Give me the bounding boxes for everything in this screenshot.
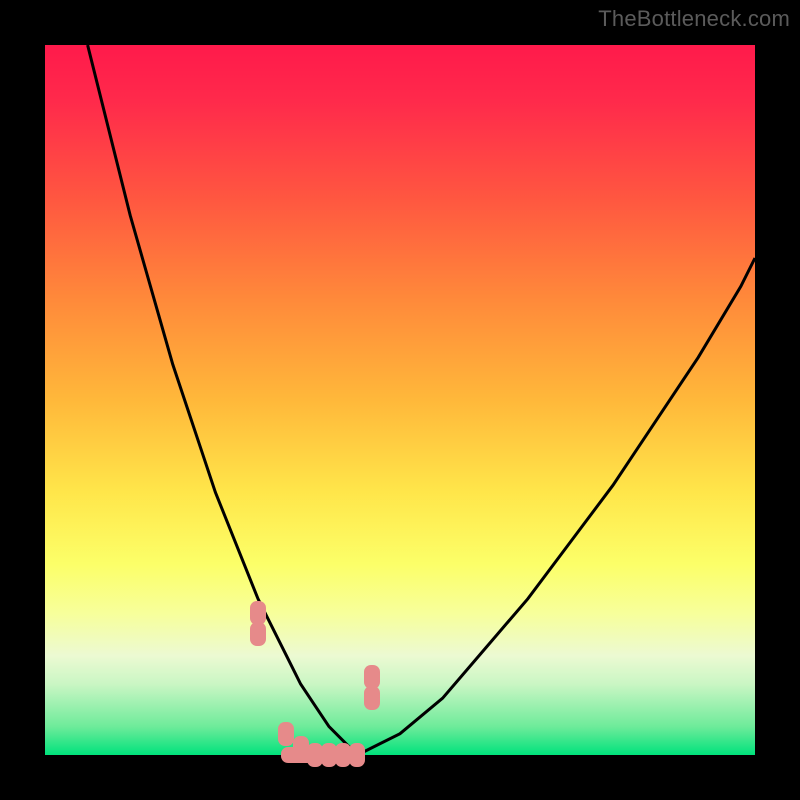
marker-dot (250, 622, 266, 646)
chart-frame: TheBottleneck.com (0, 0, 800, 800)
marker-layer (45, 45, 755, 755)
gradient-plot-area (45, 45, 755, 755)
marker-dot (364, 686, 380, 710)
marker-dot (323, 747, 363, 763)
marker-dot (278, 722, 294, 746)
watermark-text: TheBottleneck.com (598, 6, 790, 32)
marker-dot (364, 665, 380, 689)
marker-dot (281, 747, 321, 763)
